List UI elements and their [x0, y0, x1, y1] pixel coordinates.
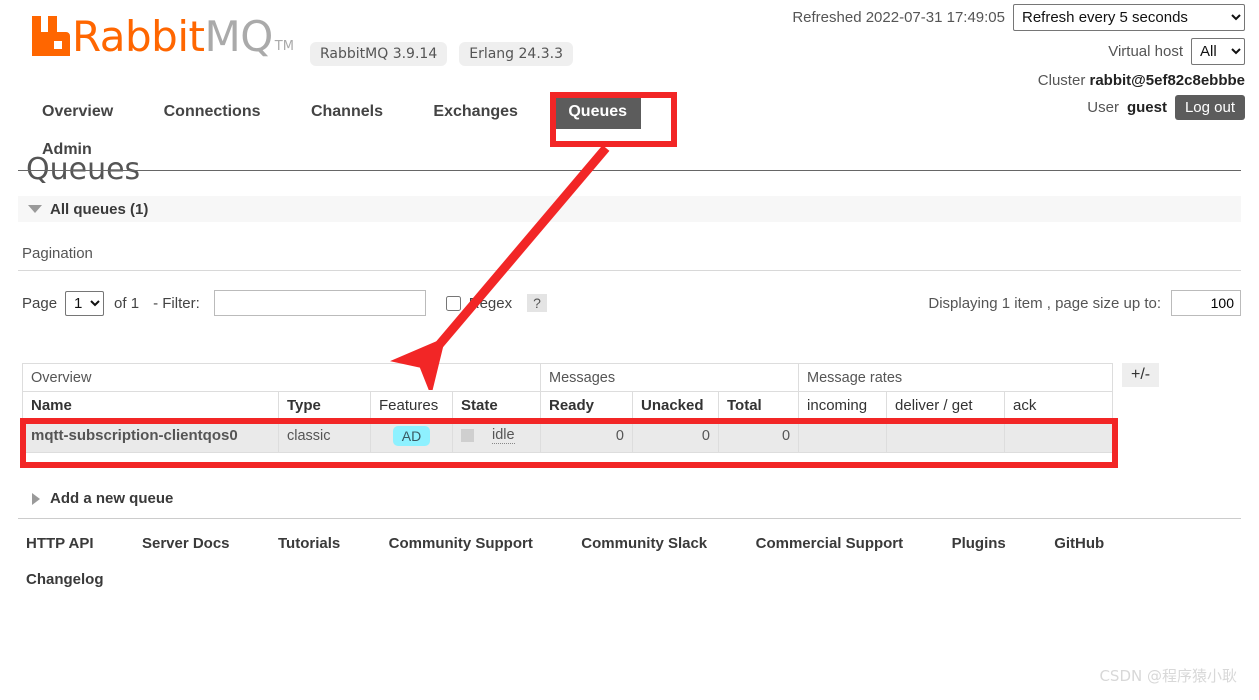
footer-link-http-api[interactable]: HTTP API [26, 535, 94, 552]
refresh-row: Refreshed 2022-07-31 17:49:05 Refresh ev… [792, 4, 1245, 31]
footer-links: HTTP API Server Docs Tutorials Community… [26, 535, 1206, 589]
expand-triangle-right-icon[interactable] [32, 492, 40, 505]
toggle-columns-button[interactable]: +/- [1122, 363, 1160, 387]
rabbitmq-version-badge: RabbitMQ 3.9.14 [310, 42, 448, 66]
table-column-header-row: Name Type Features State Ready Unacked T… [22, 391, 1114, 419]
nav-item-queues[interactable]: Queues [554, 95, 642, 129]
nav-item-channels[interactable]: Channels [297, 95, 397, 129]
group-header-message-rates: Message rates [798, 363, 1114, 392]
annotation-arrow [389, 145, 610, 390]
cell-queue-features: AD [370, 418, 453, 453]
cluster-name: rabbit@5ef82c8ebbbe [1089, 72, 1245, 89]
cell-messages-unacked: 0 [632, 418, 719, 453]
refreshed-timestamp: Refreshed 2022-07-31 17:49:05 [792, 9, 1005, 26]
version-badges: RabbitMQ 3.9.14 Erlang 24.3.3 [310, 42, 574, 66]
column-header-total[interactable]: Total [717, 391, 800, 419]
logout-button[interactable]: Log out [1174, 95, 1245, 120]
erlang-version-badge: Erlang 24.3.3 [459, 42, 574, 66]
cluster-row: Cluster rabbit@5ef82c8ebbbe [792, 72, 1245, 89]
csdn-watermark: CSDN @程序猿小耿 [1099, 667, 1237, 685]
table-row[interactable]: mqtt-subscription-clientqos0 classic AD … [22, 418, 1114, 453]
cell-messages-total: 0 [717, 418, 800, 453]
column-header-unacked[interactable]: Unacked [632, 391, 719, 419]
page-size-input[interactable] [1171, 290, 1241, 316]
logo-trademark: TM [274, 39, 294, 54]
logo-text-rabbit: Rabbit [72, 12, 205, 61]
column-header-incoming[interactable]: incoming [798, 391, 888, 419]
page-total-label: of 1 [114, 294, 140, 312]
refresh-interval-select[interactable]: Refresh every 5 seconds [1013, 4, 1245, 31]
displaying-controls: Displaying 1 item , page size up to: [928, 290, 1241, 316]
state-indicator-icon [461, 429, 474, 442]
page-number-select[interactable]: 1 [65, 290, 105, 316]
cell-queue-type: classic [278, 418, 371, 453]
add-new-queue-section[interactable]: Add a new queue [32, 490, 173, 507]
column-header-features[interactable]: Features [370, 391, 453, 419]
footer-link-community-slack[interactable]: Community Slack [581, 535, 707, 552]
footer-link-commercial-support[interactable]: Commercial Support [756, 535, 904, 552]
cell-rate-incoming [798, 418, 888, 453]
pagination-section-label: Pagination [22, 245, 93, 262]
user-name: guest [1126, 99, 1167, 116]
user-label: User [1087, 99, 1119, 116]
footer-link-changelog[interactable]: Changelog [26, 571, 104, 588]
footer-link-server-docs[interactable]: Server Docs [142, 535, 230, 552]
column-header-ready[interactable]: Ready [540, 391, 633, 419]
feature-badge-ad[interactable]: AD [392, 425, 431, 446]
logo-text-mq: MQ [204, 12, 273, 61]
vhost-select[interactable]: All [1191, 38, 1245, 65]
rabbit-logo-icon [28, 14, 70, 58]
cell-rate-deliver-get [886, 418, 1006, 453]
column-header-ack[interactable]: ack [1004, 391, 1114, 419]
footer-link-github[interactable]: GitHub [1054, 535, 1104, 552]
filter-label: - Filter: [153, 294, 200, 312]
column-header-type[interactable]: Type [278, 391, 371, 419]
state-text: idle [492, 427, 515, 444]
cell-messages-ready: 0 [540, 418, 633, 453]
vhost-label: Virtual host [1108, 43, 1183, 60]
rabbitmq-management-page: Rabbit MQ TM RabbitMQ 3.9.14 Erlang 24.3… [0, 0, 1259, 700]
column-header-name[interactable]: Name [22, 391, 279, 419]
nav-item-exchanges[interactable]: Exchanges [419, 95, 531, 129]
column-header-state[interactable]: State [452, 391, 541, 419]
vhost-row: Virtual host All [792, 38, 1245, 65]
column-header-deliver-get[interactable]: deliver / get [886, 391, 1006, 419]
cell-queue-state: idle [452, 418, 541, 453]
footer-link-tutorials[interactable]: Tutorials [278, 535, 340, 552]
footer-second-row: Changelog [26, 571, 1206, 589]
footer-link-plugins[interactable]: Plugins [952, 535, 1006, 552]
collapse-triangle-down-icon[interactable] [28, 205, 42, 213]
add-new-queue-label: Add a new queue [50, 490, 174, 507]
rabbitmq-logo[interactable]: Rabbit MQ TM [28, 14, 294, 58]
footer-divider [18, 518, 1241, 519]
displaying-label: Displaying 1 item , page size up to: [928, 294, 1161, 312]
footer-link-community-support[interactable]: Community Support [389, 535, 533, 552]
cluster-label: Cluster [1037, 72, 1086, 89]
all-queues-label: All queues (1) [50, 200, 149, 218]
cell-queue-name[interactable]: mqtt-subscription-clientqos0 [22, 418, 279, 453]
nav-item-connections[interactable]: Connections [150, 95, 275, 129]
page-label: Page [22, 294, 58, 312]
cell-rate-ack [1004, 418, 1114, 453]
nav-item-overview[interactable]: Overview [28, 95, 127, 129]
